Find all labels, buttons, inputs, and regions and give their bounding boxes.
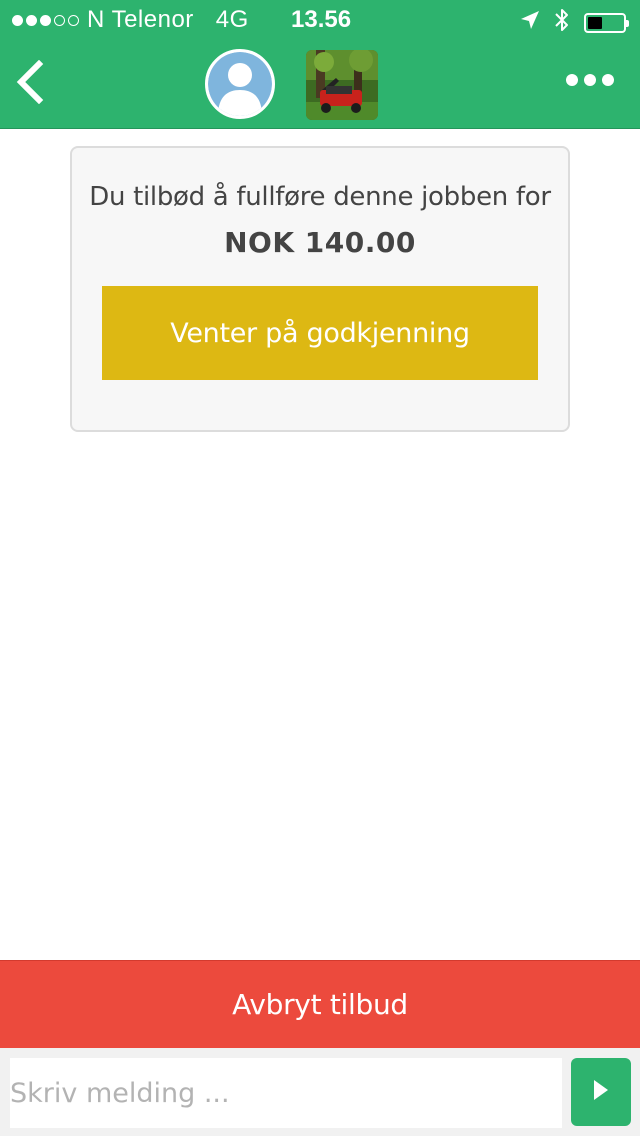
chat-screen: N Telenor 4G 13.56 Du tilbød å fullføre … [0,0,640,1136]
user-avatar[interactable] [205,49,275,119]
message-composer [0,1048,640,1136]
lawn-mower-photo [306,50,378,120]
user-avatar-placeholder-icon [208,52,272,116]
job-image-thumbnail[interactable] [306,50,378,120]
nav-bar [0,40,640,129]
bluetooth-icon [554,7,570,38]
location-arrow-icon [520,10,540,35]
signal-strength-icon [12,14,79,26]
status-bar: N Telenor 4G 13.56 [0,0,640,40]
status-time: 13.56 [291,6,352,33]
status-left: N Telenor 4G [12,6,249,34]
cancel-offer-button[interactable]: Avbryt tilbud [0,960,640,1048]
send-button[interactable] [571,1058,631,1126]
chevron-left-icon [15,59,45,108]
status-right [520,7,629,38]
offer-text: Du tilbød å fullføre denne jobben for [89,182,551,212]
more-options-button[interactable] [566,74,614,86]
battery-icon [584,12,629,33]
ellipsis-icon [566,74,578,86]
back-button[interactable] [8,59,52,108]
message-input[interactable] [10,1058,562,1128]
play-triangle-icon [592,1078,610,1106]
network-type: 4G [215,6,249,33]
offer-card: Du tilbød å fullføre denne jobben for NO… [70,146,570,432]
pending-approval-status: Venter på godkjenning [102,286,538,380]
carrier-name: N Telenor [87,6,194,33]
offer-price: NOK 140.00 [224,226,416,259]
